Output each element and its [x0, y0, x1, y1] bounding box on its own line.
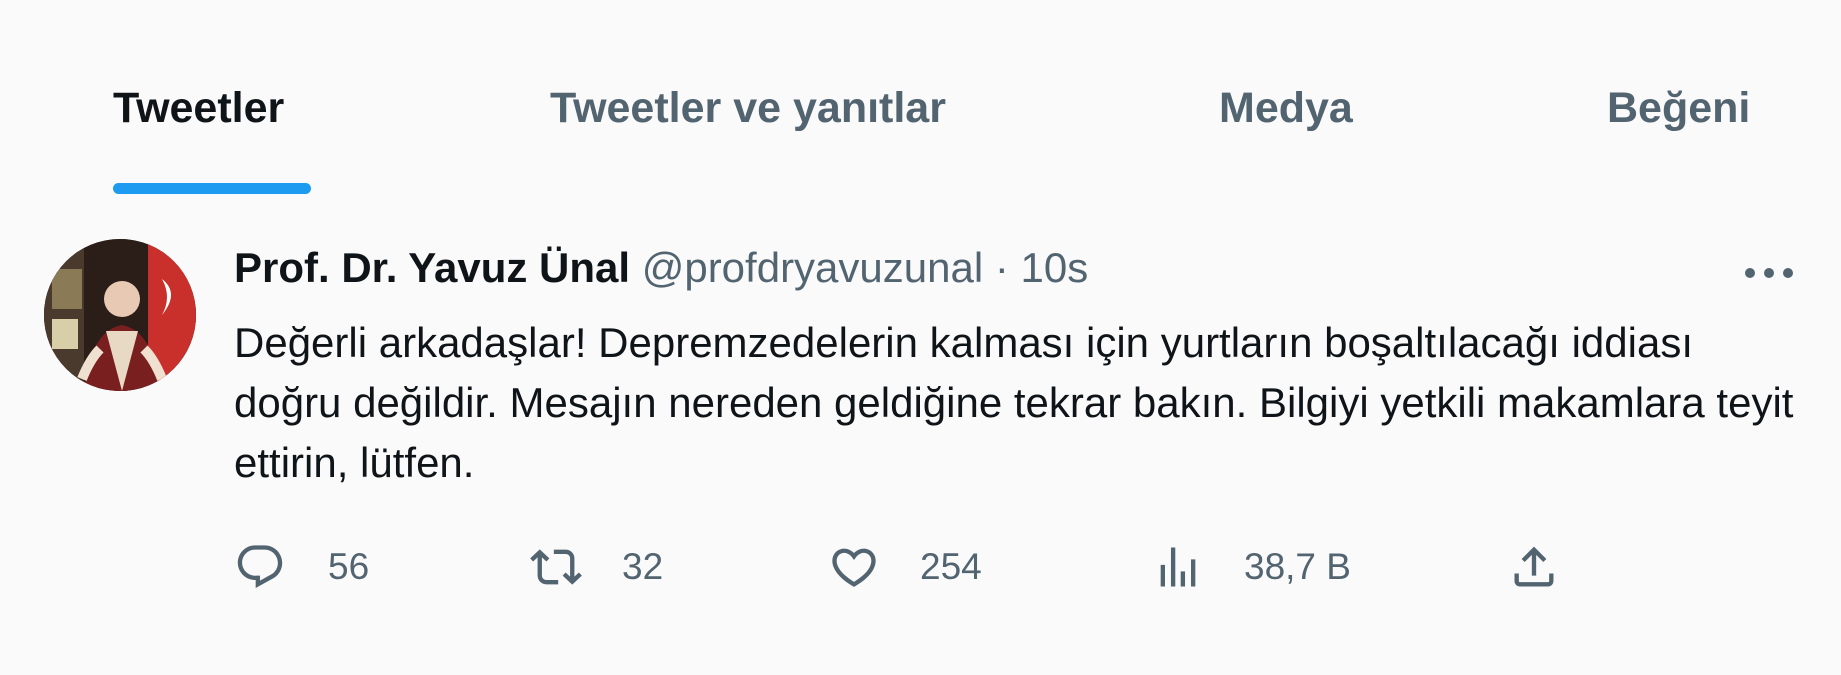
- avatar-image: [44, 239, 196, 391]
- heart-icon: [832, 548, 876, 587]
- author-name[interactable]: Prof. Dr. Yavuz Ünal: [234, 244, 630, 291]
- tab-tweets-and-replies[interactable]: Tweetler ve yanıtlar: [550, 84, 946, 133]
- tweet[interactable]: Prof. Dr. Yavuz Ünal @profdryavuzunal · …: [0, 225, 1841, 675]
- more-dot: [1764, 268, 1774, 278]
- tweet-header: Prof. Dr. Yavuz Ünal @profdryavuzunal · …: [234, 243, 1088, 293]
- share-button[interactable]: [1508, 537, 1560, 597]
- retweet-icon: [530, 549, 582, 585]
- tweet-text: Değerli arkadaşlar! Depremzedelerin kalm…: [234, 319, 1794, 486]
- profile-timeline: Tweetler Tweetler ve yanıtlar Medya Beğe…: [0, 0, 1841, 675]
- reply-icon: [237, 545, 283, 589]
- more-icon[interactable]: [1745, 265, 1793, 281]
- active-tab-indicator: [113, 183, 311, 194]
- like-button[interactable]: 254: [828, 537, 982, 597]
- views-button[interactable]: 38,7 B: [1152, 537, 1351, 597]
- profile-tabs: Tweetler Tweetler ve yanıtlar Medya Beğe…: [0, 0, 1841, 200]
- tab-tweets[interactable]: Tweetler: [113, 84, 284, 133]
- separator-dot: ·: [994, 244, 1009, 291]
- reply-count: 56: [328, 546, 370, 587]
- share-icon: [1514, 546, 1554, 587]
- views-count: 38,7 B: [1244, 546, 1351, 587]
- like-count: 254: [920, 546, 982, 587]
- retweet-count: 32: [622, 546, 664, 587]
- tab-likes[interactable]: Beğeni: [1607, 84, 1750, 133]
- reply-button[interactable]: 56: [234, 537, 369, 597]
- retweet-button[interactable]: 32: [530, 537, 663, 597]
- tweet-time[interactable]: 10s: [1021, 244, 1089, 291]
- tab-media[interactable]: Medya: [1219, 84, 1353, 133]
- more-dot: [1745, 268, 1755, 278]
- tweet-actions: 56 32 254 38,7 B: [234, 537, 1594, 597]
- more-dot: [1783, 268, 1793, 278]
- avatar[interactable]: [44, 239, 196, 391]
- author-handle[interactable]: @profdryavuzunal: [642, 244, 983, 291]
- views-icon: [1160, 547, 1196, 587]
